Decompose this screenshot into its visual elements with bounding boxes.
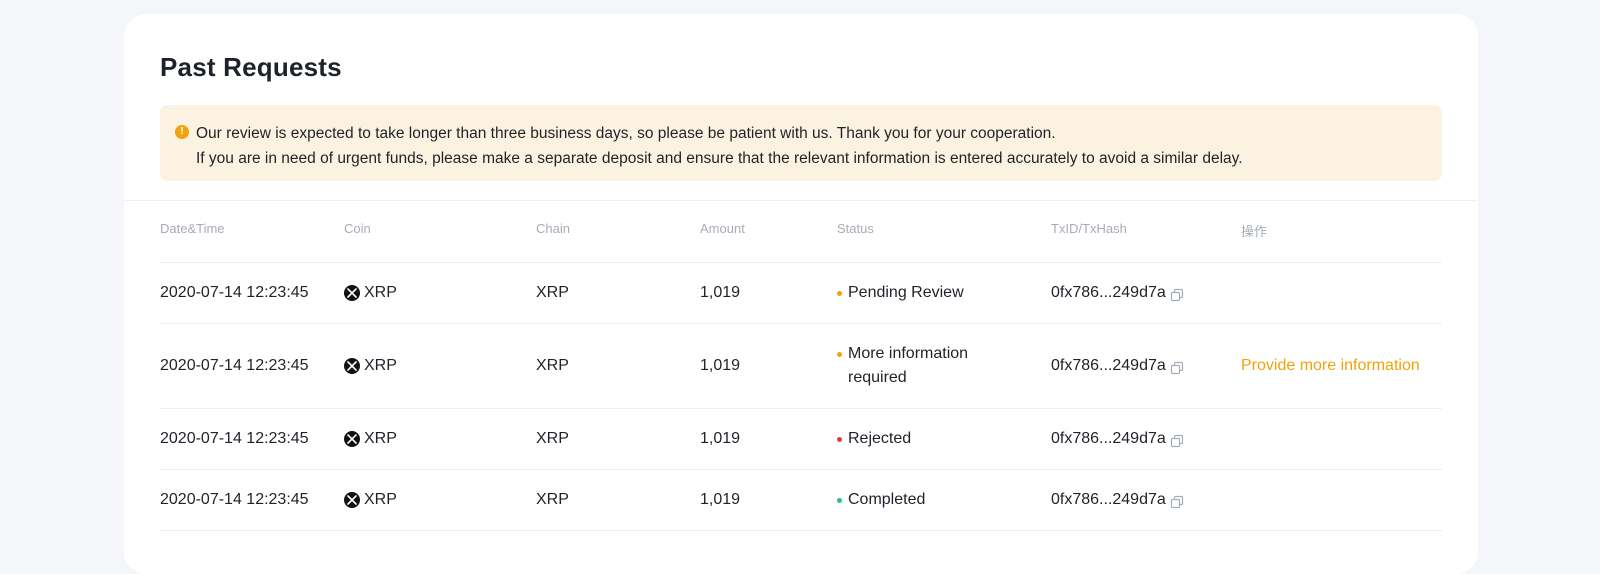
row-action: Provide more information: [1241, 354, 1420, 378]
header-status: Status: [837, 221, 874, 236]
row-coin: XRP: [344, 281, 397, 305]
header-chain: Chain: [536, 221, 570, 236]
copy-icon[interactable]: [1170, 432, 1184, 448]
notice-line-2: If you are in need of urgent funds, plea…: [196, 150, 1243, 167]
status-text: Rejected: [848, 430, 912, 447]
row-status: Pending Review: [837, 281, 964, 305]
txid-text: 0fx786...249d7a: [1051, 430, 1166, 447]
row-txid: 0fx786...249d7a: [1051, 488, 1184, 512]
requests-table: Date&Time Coin Chain Amount Status TxID/…: [160, 200, 1442, 531]
row-coin-label: XRP: [364, 430, 397, 447]
txid-text: 0fx786...249d7a: [1051, 491, 1166, 508]
row-date: 2020-07-14 12:23:45: [160, 491, 309, 508]
row-chain: XRP: [536, 357, 569, 374]
review-delay-notice: ! Our review is expected to take longer …: [160, 105, 1442, 181]
provide-more-information-link[interactable]: Provide more information: [1241, 357, 1420, 374]
copy-icon[interactable]: [1170, 493, 1184, 509]
status-dot: [837, 437, 842, 442]
header-date: Date&Time: [160, 221, 225, 236]
row-amount: 1,019: [700, 357, 741, 374]
page-title: Past Requests: [160, 52, 342, 82]
row-status: Rejected: [837, 427, 911, 451]
txid-text: 0fx786...249d7a: [1051, 357, 1166, 374]
row-status: More information required: [837, 342, 978, 390]
row-coin-label: XRP: [364, 357, 397, 374]
row-amount: 1,019: [700, 430, 741, 447]
status-dot: [837, 352, 842, 357]
warning-icon: !: [175, 125, 189, 139]
row-txid: 0fx786...249d7a: [1051, 427, 1184, 451]
header-coin: Coin: [344, 221, 371, 236]
row-txid: 0fx786...249d7a: [1051, 354, 1184, 378]
status-text: More information required: [848, 345, 969, 386]
table-row: 2020-07-14 12:23:45 XRP XRP 1,019 Pendin…: [160, 263, 1442, 324]
header-txid: TxID/TxHash: [1051, 221, 1127, 236]
table-row: 2020-07-14 12:23:45 XRP XRP 1,019 Reject…: [160, 409, 1442, 470]
row-coin: XRP: [344, 427, 397, 451]
xrp-coin-icon: [344, 431, 360, 447]
status-text: Completed: [848, 491, 926, 508]
copy-icon[interactable]: [1170, 359, 1184, 375]
row-coin: XRP: [344, 354, 397, 378]
table-header: Date&Time Coin Chain Amount Status TxID/…: [160, 200, 1442, 263]
row-status: Completed: [837, 488, 925, 512]
row-coin-label: XRP: [364, 284, 397, 301]
row-txid: 0fx786...249d7a: [1051, 281, 1184, 305]
xrp-coin-icon: [344, 358, 360, 374]
row-chain: XRP: [536, 430, 569, 447]
row-date: 2020-07-14 12:23:45: [160, 430, 309, 447]
row-chain: XRP: [536, 284, 569, 301]
status-text: Pending Review: [848, 284, 964, 301]
xrp-coin-icon: [344, 492, 360, 508]
table-row: 2020-07-14 12:23:45 XRP XRP 1,019 More i…: [160, 324, 1442, 409]
row-amount: 1,019: [700, 284, 741, 301]
header-action: 操作: [1241, 224, 1268, 239]
status-dot: [837, 498, 842, 503]
row-coin-label: XRP: [364, 491, 397, 508]
xrp-coin-icon: [344, 285, 360, 301]
txid-text: 0fx786...249d7a: [1051, 284, 1166, 301]
row-chain: XRP: [536, 491, 569, 508]
status-dot: [837, 291, 842, 296]
copy-icon[interactable]: [1170, 286, 1184, 302]
table-row: 2020-07-14 12:23:45 XRP XRP 1,019 Comple…: [160, 470, 1442, 531]
row-date: 2020-07-14 12:23:45: [160, 284, 309, 301]
past-requests-card: Past Requests ! Our review is expected t…: [124, 14, 1478, 574]
row-date: 2020-07-14 12:23:45: [160, 357, 309, 374]
row-amount: 1,019: [700, 491, 741, 508]
row-coin: XRP: [344, 488, 397, 512]
notice-line-1: Our review is expected to take longer th…: [196, 125, 1056, 142]
header-amount: Amount: [700, 221, 745, 236]
